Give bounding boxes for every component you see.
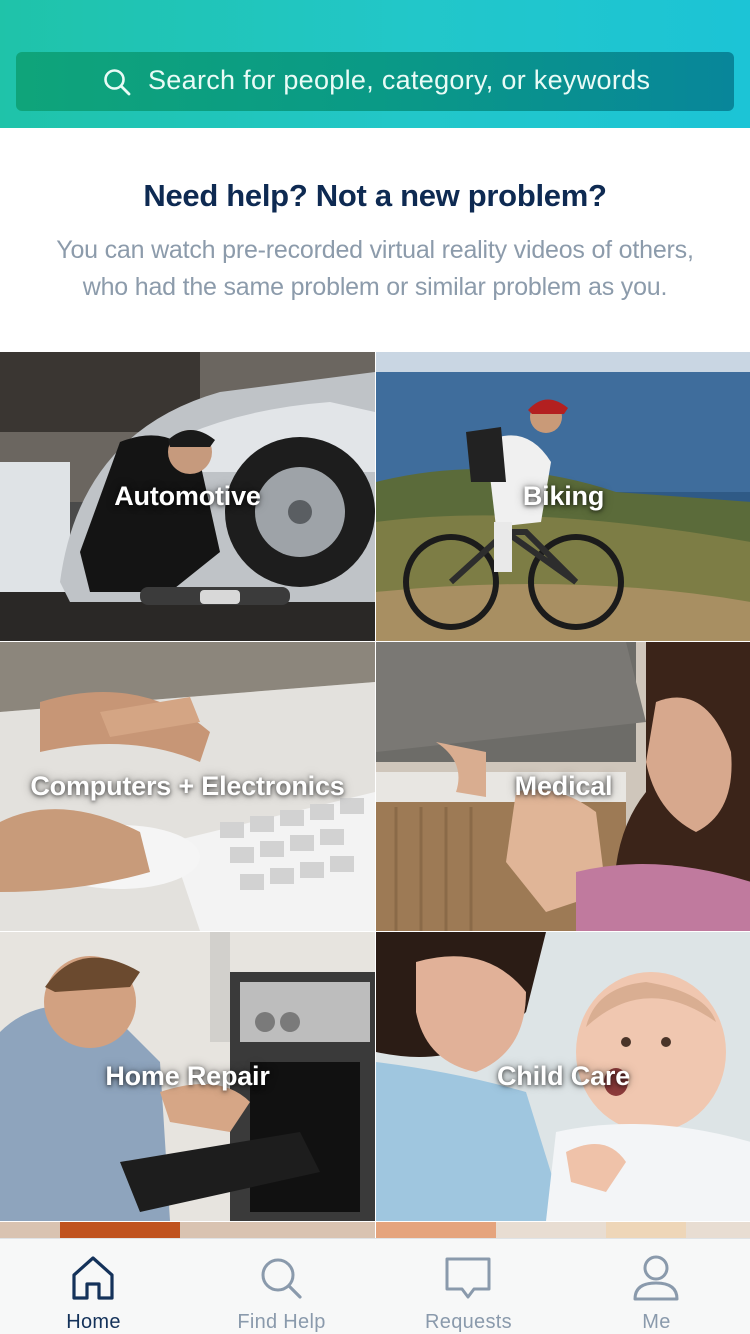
category-tile-partial[interactable] bbox=[0, 1222, 375, 1238]
category-grid: Automotive Biking Computers + Electronic… bbox=[0, 352, 750, 1238]
category-tile-medical[interactable]: Medical bbox=[376, 642, 750, 931]
tab-label: Me bbox=[642, 1311, 671, 1333]
intro-title: Need help? Not a new problem? bbox=[143, 178, 607, 213]
partial-photo bbox=[376, 1222, 750, 1238]
category-tile-child-care[interactable]: Child Care bbox=[376, 932, 750, 1221]
chat-bubble-icon bbox=[445, 1257, 491, 1299]
category-tile-home-repair[interactable]: Home Repair bbox=[0, 932, 375, 1221]
intro-section: Need help? Not a new problem? You can wa… bbox=[0, 128, 750, 352]
category-tile-computers-electronics[interactable]: Computers + Electronics bbox=[0, 642, 375, 931]
category-label: Automotive bbox=[114, 481, 261, 511]
category-label: Biking bbox=[522, 481, 605, 511]
person-icon bbox=[633, 1255, 679, 1301]
search-input[interactable]: Search for people, category, or keywords bbox=[16, 52, 734, 111]
tab-requests[interactable]: Requests bbox=[375, 1239, 562, 1334]
tab-label: Find Help bbox=[237, 1311, 326, 1333]
bottom-tab-bar: Home Find Help Requests Me bbox=[0, 1238, 750, 1334]
category-tile-automotive[interactable]: Automotive bbox=[0, 352, 375, 641]
tab-find-help[interactable]: Find Help bbox=[188, 1239, 375, 1334]
app-header: Search for people, category, or keywords bbox=[0, 0, 750, 128]
search-icon bbox=[104, 69, 131, 96]
category-label: Medical bbox=[514, 771, 613, 801]
tab-me[interactable]: Me bbox=[563, 1239, 750, 1334]
intro-description: You can watch pre-recorded virtual reali… bbox=[56, 236, 694, 301]
search-icon bbox=[261, 1258, 302, 1299]
category-label: Child Care bbox=[496, 1061, 631, 1091]
tab-label: Home bbox=[66, 1311, 121, 1333]
tab-home[interactable]: Home bbox=[0, 1239, 187, 1334]
category-tile-biking[interactable]: Biking bbox=[376, 352, 750, 641]
category-tile-partial[interactable] bbox=[376, 1222, 750, 1238]
category-label: Home Repair bbox=[105, 1061, 270, 1091]
category-label: Computers + Electronics bbox=[30, 771, 345, 801]
search-placeholder: Search for people, category, or keywords bbox=[148, 65, 651, 95]
partial-photo bbox=[0, 1222, 375, 1238]
tab-label: Requests bbox=[425, 1311, 512, 1333]
home-icon bbox=[72, 1256, 114, 1300]
